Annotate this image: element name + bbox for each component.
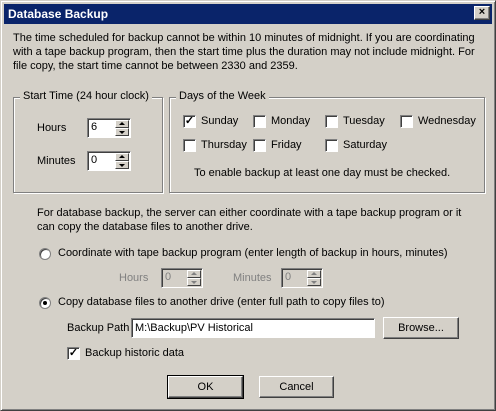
close-button[interactable]: ×	[474, 6, 490, 20]
backup-path-label: Backup Path	[67, 322, 130, 334]
spin-down-icon[interactable]	[307, 278, 321, 286]
backup-historic-checkbox[interactable]: ✓	[67, 347, 80, 360]
wednesday-checkbox[interactable]	[400, 115, 413, 128]
close-icon: ×	[478, 6, 486, 18]
tape-minutes-value: 0	[285, 271, 292, 283]
start-time-group-label: Start Time (24 hour clock)	[20, 90, 152, 102]
saturday-label: Saturday	[343, 139, 388, 151]
thursday-checkbox[interactable]	[183, 139, 196, 152]
spin-up-icon[interactable]	[307, 270, 321, 278]
start-hours-value: 6	[91, 121, 98, 133]
tape-minutes-spinner[interactable]: 0	[281, 268, 323, 288]
cancel-button[interactable]: Cancel	[259, 376, 334, 398]
spin-up-icon[interactable]	[187, 270, 201, 278]
start-minutes-spinner[interactable]: 0	[87, 151, 131, 171]
spin-up-icon[interactable]	[115, 153, 129, 161]
browse-button[interactable]: Browse...	[383, 317, 459, 339]
ok-button[interactable]: OK	[167, 375, 244, 399]
intro-text: The time scheduled for backup cannot be …	[13, 32, 475, 72]
hours-label: Hours	[37, 122, 67, 134]
tape-hours-value: 0	[165, 271, 172, 283]
minutes-label: Minutes	[37, 155, 76, 167]
title-bar[interactable]: Database Backup ×	[4, 4, 492, 24]
tuesday-checkbox[interactable]	[325, 115, 338, 128]
tape-backup-radio[interactable]	[39, 248, 51, 260]
spin-up-icon[interactable]	[115, 120, 129, 128]
wednesday-label: Wednesday	[418, 115, 476, 127]
tape-hours-label: Hours	[119, 272, 149, 284]
backup-historic-label: Backup historic data	[85, 347, 185, 359]
sunday-label: Sunday	[201, 115, 239, 127]
spin-down-icon[interactable]	[115, 161, 129, 169]
tape-hours-spinner[interactable]: 0	[161, 268, 203, 288]
database-backup-dialog: Database Backup × The time scheduled for…	[0, 0, 496, 411]
tape-hours-arrows	[187, 270, 201, 286]
days-note: To enable backup at least one day must b…	[194, 167, 451, 179]
monday-label: Monday	[271, 115, 311, 127]
tape-minutes-arrows	[307, 270, 321, 286]
start-hours-arrows	[115, 120, 129, 136]
sunday-checkbox[interactable]: ✓	[183, 115, 196, 128]
start-minutes-value: 0	[91, 154, 98, 166]
window-title: Database Backup	[8, 7, 109, 21]
start-time-group: Start Time (24 hour clock)	[13, 90, 163, 193]
thursday-label: Thursday	[201, 139, 247, 151]
spin-down-icon[interactable]	[187, 278, 201, 286]
saturday-checkbox[interactable]	[325, 139, 338, 152]
friday-label: Friday	[271, 139, 302, 151]
start-hours-spinner[interactable]: 6	[87, 118, 131, 138]
tape-minutes-label: Minutes	[233, 272, 272, 284]
monday-checkbox[interactable]	[253, 115, 266, 128]
tuesday-label: Tuesday	[343, 115, 385, 127]
tape-backup-label: Coordinate with tape backup program (ent…	[58, 247, 448, 259]
days-group-label: Days of the Week	[176, 90, 269, 102]
friday-checkbox[interactable]	[253, 139, 266, 152]
copy-files-label: Copy database files to another drive (en…	[58, 296, 385, 308]
spin-down-icon[interactable]	[115, 128, 129, 136]
start-minutes-arrows	[115, 153, 129, 169]
copy-files-radio[interactable]	[39, 297, 51, 309]
backup-path-input[interactable]: M:\Backup\PV Historical	[131, 318, 375, 338]
backup-description: For database backup, the server can eith…	[37, 207, 462, 233]
